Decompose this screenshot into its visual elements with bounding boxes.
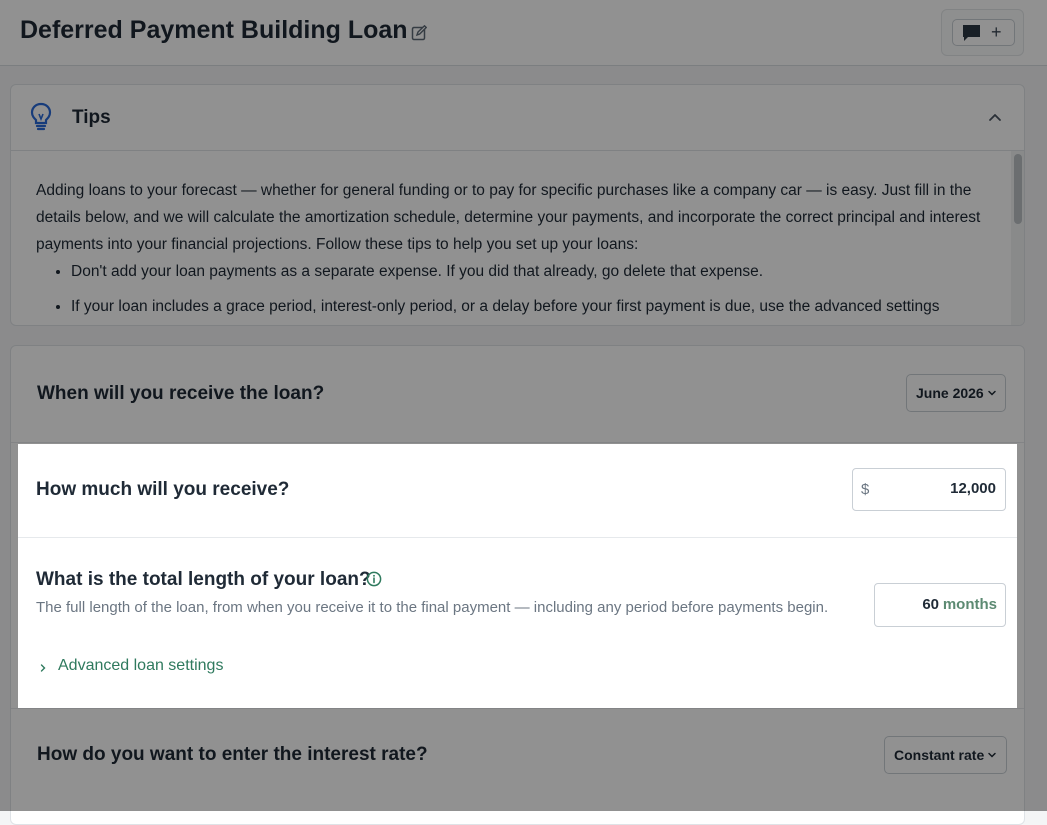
loan-length-input[interactable]: 60 months (874, 583, 1006, 627)
tips-header[interactable]: Tips (11, 85, 1024, 151)
chevron-right-icon[interactable] (39, 663, 47, 673)
comment-toolbar: + (941, 9, 1024, 56)
chevron-up-icon[interactable] (987, 109, 1003, 125)
tips-intro: Adding loans to your forecast — whether … (36, 182, 981, 253)
row-divider (18, 537, 1017, 538)
tips-body: Adding loans to your forecast — whether … (36, 177, 996, 325)
receive-date-question: When will you receive the loan? (37, 383, 325, 404)
loan-amount-input[interactable]: $ 12,000 (852, 468, 1006, 511)
loan-amount-question: How much will you receive? (36, 479, 290, 500)
row-divider (11, 708, 1024, 709)
tips-list: Don't add your loan payments as a separa… (36, 258, 996, 320)
row-divider (11, 442, 1024, 443)
chevron-down-icon (988, 752, 996, 758)
loan-amount-value: 12,000 (950, 480, 996, 497)
spotlight-panel: How much will you receive? $ 12,000 What… (18, 444, 1017, 708)
advanced-loan-settings-link[interactable]: Advanced loan settings (58, 657, 223, 675)
plus-icon: + (991, 22, 1002, 42)
page-title: Deferred Payment Building Loan (20, 16, 408, 44)
interest-method-select[interactable]: Constant rate (884, 736, 1007, 774)
tips-bullet: Don't add your loan payments as a separa… (71, 258, 996, 285)
tips-scrollbar[interactable] (1011, 151, 1024, 325)
tips-scrollbar-thumb[interactable] (1014, 154, 1022, 224)
comment-icon (963, 25, 980, 41)
receive-date-select[interactable]: June 2026 (906, 374, 1006, 412)
chevron-down-icon (988, 390, 996, 396)
tips-title: Tips (72, 107, 111, 128)
loan-length-helper: The full length of the loan, from when y… (36, 599, 829, 616)
interest-method-value: Constant rate (894, 747, 985, 763)
lightbulb-icon (30, 102, 52, 131)
tips-panel: Tips Adding loans to your forecast — whe… (10, 84, 1025, 326)
page-header: Deferred Payment Building Loan + (0, 0, 1047, 66)
loan-length-question: What is the total length of your loan? (36, 569, 371, 590)
loan-length-value: 60 (922, 596, 939, 613)
tips-bullet: If your loan includes a grace period, in… (71, 293, 996, 320)
loan-length-unit: months (942, 596, 997, 613)
receive-date-value: June 2026 (916, 385, 984, 401)
add-comment-button[interactable]: + (952, 19, 1015, 46)
interest-method-question: How do you want to enter the interest ra… (37, 744, 428, 765)
currency-prefix: $ (861, 481, 870, 498)
edit-icon[interactable] (411, 25, 427, 41)
info-icon[interactable] (366, 571, 382, 587)
